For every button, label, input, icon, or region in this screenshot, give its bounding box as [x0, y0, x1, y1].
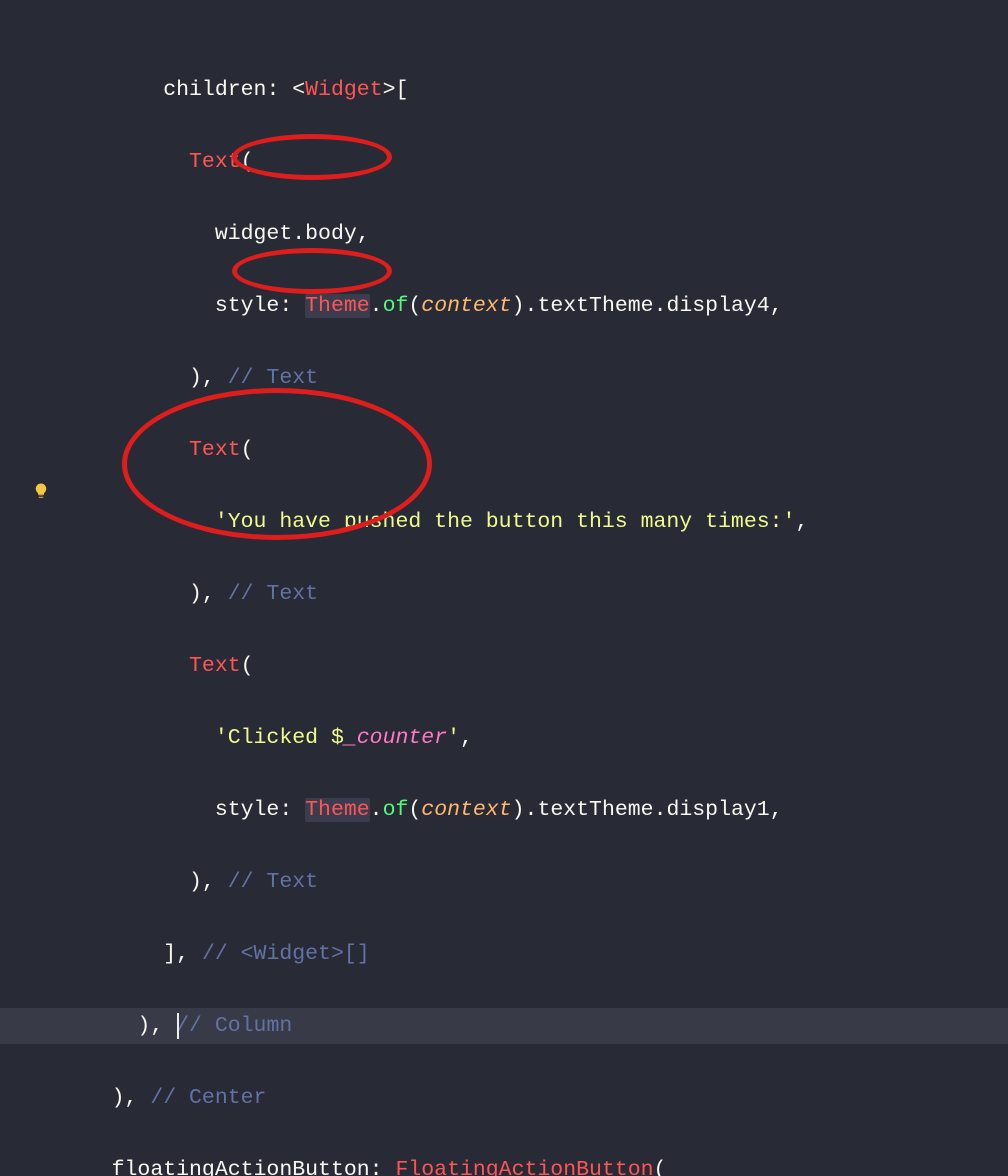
code-line: Text(: [0, 432, 1008, 468]
text-cursor: [177, 1013, 179, 1039]
class-text: Text: [189, 654, 241, 678]
code-line: widget.body,: [0, 216, 1008, 252]
class-fab: FloatingActionButton: [395, 1158, 653, 1176]
code-line: ), // Text: [0, 864, 1008, 900]
code-line: floatingActionButton: FloatingActionButt…: [0, 1152, 1008, 1176]
code-editor[interactable]: children: <Widget>[ Text( widget.body, s…: [0, 0, 1008, 588]
class-theme: Theme: [305, 294, 370, 318]
closing-label-comment: // <Widget>[]: [202, 942, 370, 966]
closing-label-comment: // Text: [228, 366, 318, 390]
string-literal: 'You have pushed the button this many ti…: [215, 510, 796, 534]
closing-label-comment: // Center: [150, 1086, 266, 1110]
property: children: [163, 78, 266, 102]
code-line-current: ), // Column: [0, 1008, 1008, 1044]
class-text: Text: [189, 438, 241, 462]
code-line: Text(: [0, 144, 1008, 180]
closing-label-comment: // Text: [228, 870, 318, 894]
code-line: ], // <Widget>[]: [0, 936, 1008, 972]
code-line: ), // Center: [0, 1080, 1008, 1116]
property: floatingActionButton: [112, 1158, 370, 1176]
param-context: context: [421, 294, 511, 318]
closing-label-comment: // Text: [228, 582, 318, 606]
method-of: of: [383, 294, 409, 318]
class-theme: Theme: [305, 798, 370, 822]
code-line: children: <Widget>[: [0, 72, 1008, 108]
class-text: Text: [189, 150, 241, 174]
string-literal: 'Clicked: [215, 726, 331, 750]
code-line: style: Theme.of(context).textTheme.displ…: [0, 792, 1008, 828]
code-line: 'You have pushed the button this many ti…: [0, 504, 1008, 540]
code-line: style: Theme.of(context).textTheme.displ…: [0, 288, 1008, 324]
code-line: 'Clicked $_counter',: [0, 720, 1008, 756]
closing-label-comment: // Column: [176, 1014, 292, 1038]
code-line: ), // Text: [0, 576, 1008, 612]
interpolated-var: _counter: [344, 726, 447, 750]
param-context: context: [421, 798, 511, 822]
code-line: Text(: [0, 648, 1008, 684]
method-of: of: [383, 798, 409, 822]
type-widget: Widget: [305, 78, 382, 102]
code-line: ), // Text: [0, 360, 1008, 396]
